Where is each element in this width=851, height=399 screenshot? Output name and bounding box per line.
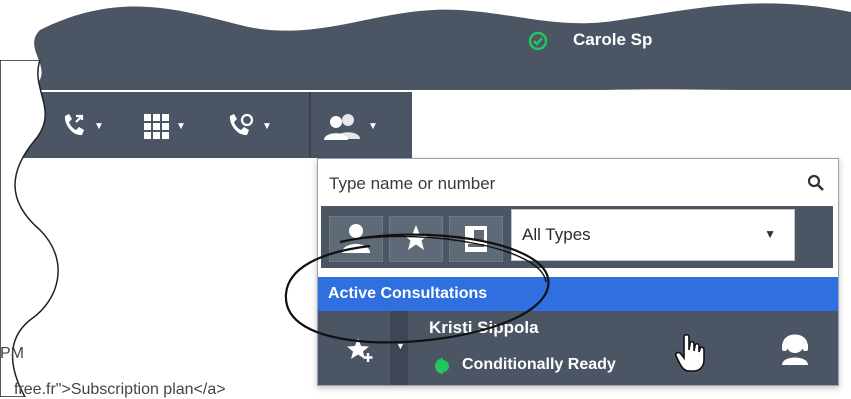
hand-cursor-icon bbox=[675, 333, 705, 372]
user-status-ready-icon bbox=[528, 31, 548, 51]
phone-consult-icon bbox=[229, 113, 254, 136]
search-box bbox=[321, 162, 833, 206]
status-conditionally-ready-icon bbox=[435, 358, 451, 374]
chevron-down-icon: ▼ bbox=[262, 120, 272, 132]
chevron-down-icon: ▼ bbox=[368, 120, 378, 132]
agent-name[interactable]: Carole Sp bbox=[573, 30, 652, 50]
search-icon[interactable] bbox=[807, 174, 825, 192]
keypad-grid-icon bbox=[144, 114, 169, 139]
team-contacts-icon bbox=[324, 114, 360, 140]
consult-call-button[interactable]: ▼ bbox=[226, 104, 272, 148]
search-input[interactable] bbox=[327, 170, 801, 198]
background-code-text: free.fr">Subscription plan</a> bbox=[14, 381, 226, 398]
dialpad-button[interactable]: ▼ bbox=[142, 104, 186, 148]
team-communicator-button[interactable]: ▼ bbox=[322, 104, 378, 148]
chevron-down-icon: ▼ bbox=[176, 120, 186, 132]
annotation-ellipse bbox=[284, 233, 550, 344]
background-time-text: PM bbox=[0, 345, 24, 362]
contact-status: Conditionally Ready bbox=[462, 356, 616, 373]
chevron-down-icon: ▼ bbox=[94, 120, 104, 132]
consult-agent-icon[interactable] bbox=[775, 329, 815, 369]
toolbar-divider bbox=[309, 92, 311, 158]
chevron-down-icon: ▼ bbox=[764, 227, 776, 241]
